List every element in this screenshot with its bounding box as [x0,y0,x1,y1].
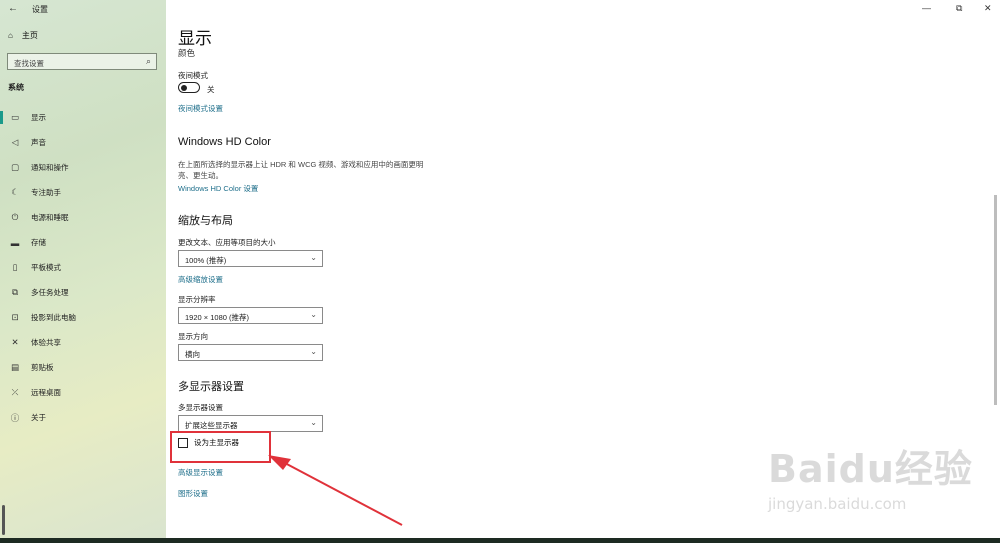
app-title: 设置 [32,5,48,14]
sidebar-scrollbar[interactable] [2,505,5,535]
toggle-knob [181,84,187,91]
sidebar-nav: ▭ 显示 ◁ 声音 ▢ 通知和操作 ☾ 专注助手 ⏻ 电源和睡眠 ▬ 存储 ▯ … [0,105,166,430]
sidebar-item-focus[interactable]: ☾ 专注助手 [0,180,166,205]
hdr-settings-link[interactable]: Windows HD Color 设置 [178,183,258,194]
sidebar-item-storage[interactable]: ▬ 存储 [0,230,166,255]
sidebar-item-about[interactable]: ⓘ 关于 [0,405,166,430]
resolution-value: 1920 × 1080 (推荐) [185,313,249,322]
hdr-description: 在上面所选择的显示器上让 HDR 和 WCG 视频、游戏和应用中的画面更明亮、更… [178,160,424,180]
resolution-label: 显示分辨率 [178,295,216,304]
home-icon: ⌂ [8,31,13,40]
watermark: Baidu经验 jingyan.baidu.com [768,438,973,513]
storage-icon: ▬ [10,237,20,248]
sidebar-item-project[interactable]: ⊡ 投影到此电脑 [0,305,166,330]
back-arrow-icon[interactable]: ← [8,3,18,14]
sidebar-item-label: 声音 [31,138,46,147]
section-title: 系统 [8,83,24,92]
sidebar-item-remote[interactable]: ⤫ 远程桌面 [0,380,166,405]
night-mode-settings-link[interactable]: 夜间模式设置 [178,103,223,114]
color-subtitle: 颜色 [178,48,196,58]
resolution-dropdown[interactable]: 1920 × 1080 (推荐) ⌄ [178,307,323,324]
monitor-icon: ▭ [10,112,20,122]
home-item[interactable]: ⌂ 主页 [8,30,38,41]
chevron-down-icon: ⌄ [310,253,317,262]
clipboard-icon: ▤ [10,362,20,372]
night-mode-state: 关 [207,85,215,94]
sidebar-item-label: 关于 [31,413,46,422]
project-icon: ⊡ [11,312,19,322]
sidebar-item-label: 专注助手 [31,188,61,197]
tablet-icon: ▯ [12,262,18,272]
minimize-button[interactable]: — [922,3,931,13]
sidebar-item-label: 平板模式 [31,263,61,272]
sidebar-item-label: 剪贴板 [31,363,54,372]
sidebar-item-tablet[interactable]: ▯ 平板模式 [0,255,166,280]
share-icon: ✕ [11,337,19,347]
multi-display-label: 多显示器设置 [178,403,223,412]
sidebar-item-display[interactable]: ▭ 显示 [0,105,166,130]
orientation-value: 横向 [185,350,200,359]
moon-icon: ☾ [11,187,19,197]
watermark-url: jingyan.baidu.com [768,495,907,513]
text-size-value: 100% (推荐) [185,256,227,265]
search-placeholder: 查找设置 [14,59,44,68]
multi-display-title: 多显示器设置 [178,381,244,393]
orientation-dropdown[interactable]: 横向 ⌄ [178,344,323,361]
maximize-button[interactable]: ⧉ [956,3,962,14]
page-title: 显示 [178,29,212,48]
text-size-dropdown[interactable]: 100% (推荐) ⌄ [178,250,323,267]
home-label: 主页 [21,31,38,40]
info-icon: ⓘ [10,412,20,423]
chevron-down-icon: ⌄ [310,310,317,319]
notification-icon: ▢ [10,162,20,172]
sidebar-item-power[interactable]: ⏻ 电源和睡眠 [0,205,166,230]
hdr-title: Windows HD Color [178,136,271,148]
sidebar-item-label: 电源和睡眠 [31,213,69,222]
sidebar-item-clipboard[interactable]: ▤ 剪贴板 [0,355,166,380]
sidebar-item-label: 远程桌面 [31,388,61,397]
title-bar: ← 设置 [0,0,166,18]
chevron-down-icon: ⌄ [310,418,317,427]
sidebar: ← 设置 ⌂ 主页 查找设置 ⌕ 系统 ▭ 显示 ◁ 声音 ▢ 通知和操作 ☾ … [0,0,166,543]
annotation-highlight-box [170,431,271,463]
night-mode-label: 夜间模式 [178,71,208,80]
watermark-logo: Baidu经验 [768,447,973,491]
speaker-icon: ◁ [11,137,19,147]
sidebar-item-sound[interactable]: ◁ 声音 [0,130,166,155]
advanced-scaling-link[interactable]: 高级缩放设置 [178,274,223,285]
chevron-down-icon: ⌄ [310,347,317,356]
sidebar-item-label: 显示 [31,113,46,122]
orientation-label: 显示方向 [178,332,208,341]
close-button[interactable]: ✕ [984,3,992,14]
sidebar-item-label: 存储 [31,238,46,247]
multitask-icon: ⧉ [11,287,19,297]
sidebar-item-label: 体验共享 [31,338,61,347]
search-icon[interactable]: ⌕ [146,56,151,67]
main-scrollbar[interactable] [994,195,997,405]
multi-display-dropdown[interactable]: 扩展这些显示器 ⌄ [178,415,323,432]
sidebar-item-notifications[interactable]: ▢ 通知和操作 [0,155,166,180]
sidebar-item-multitask[interactable]: ⧉ 多任务处理 [0,280,166,305]
remote-icon: ⤫ [11,387,19,397]
sidebar-item-label: 通知和操作 [31,163,69,172]
advanced-display-link[interactable]: 高级显示设置 [178,467,223,478]
text-size-label: 更改文本、应用等项目的大小 [178,238,276,247]
sidebar-item-share[interactable]: ✕ 体验共享 [0,330,166,355]
search-input[interactable]: 查找设置 ⌕ [7,53,157,70]
graphics-settings-link[interactable]: 图形设置 [178,488,208,499]
power-icon: ⏻ [11,212,19,222]
scale-title: 缩放与布局 [178,215,233,227]
sidebar-item-label: 多任务处理 [31,288,69,297]
multi-display-value: 扩展这些显示器 [185,421,238,430]
night-mode-toggle[interactable] [178,82,200,93]
taskbar [0,538,1000,543]
sidebar-item-label: 投影到此电脑 [31,313,76,322]
